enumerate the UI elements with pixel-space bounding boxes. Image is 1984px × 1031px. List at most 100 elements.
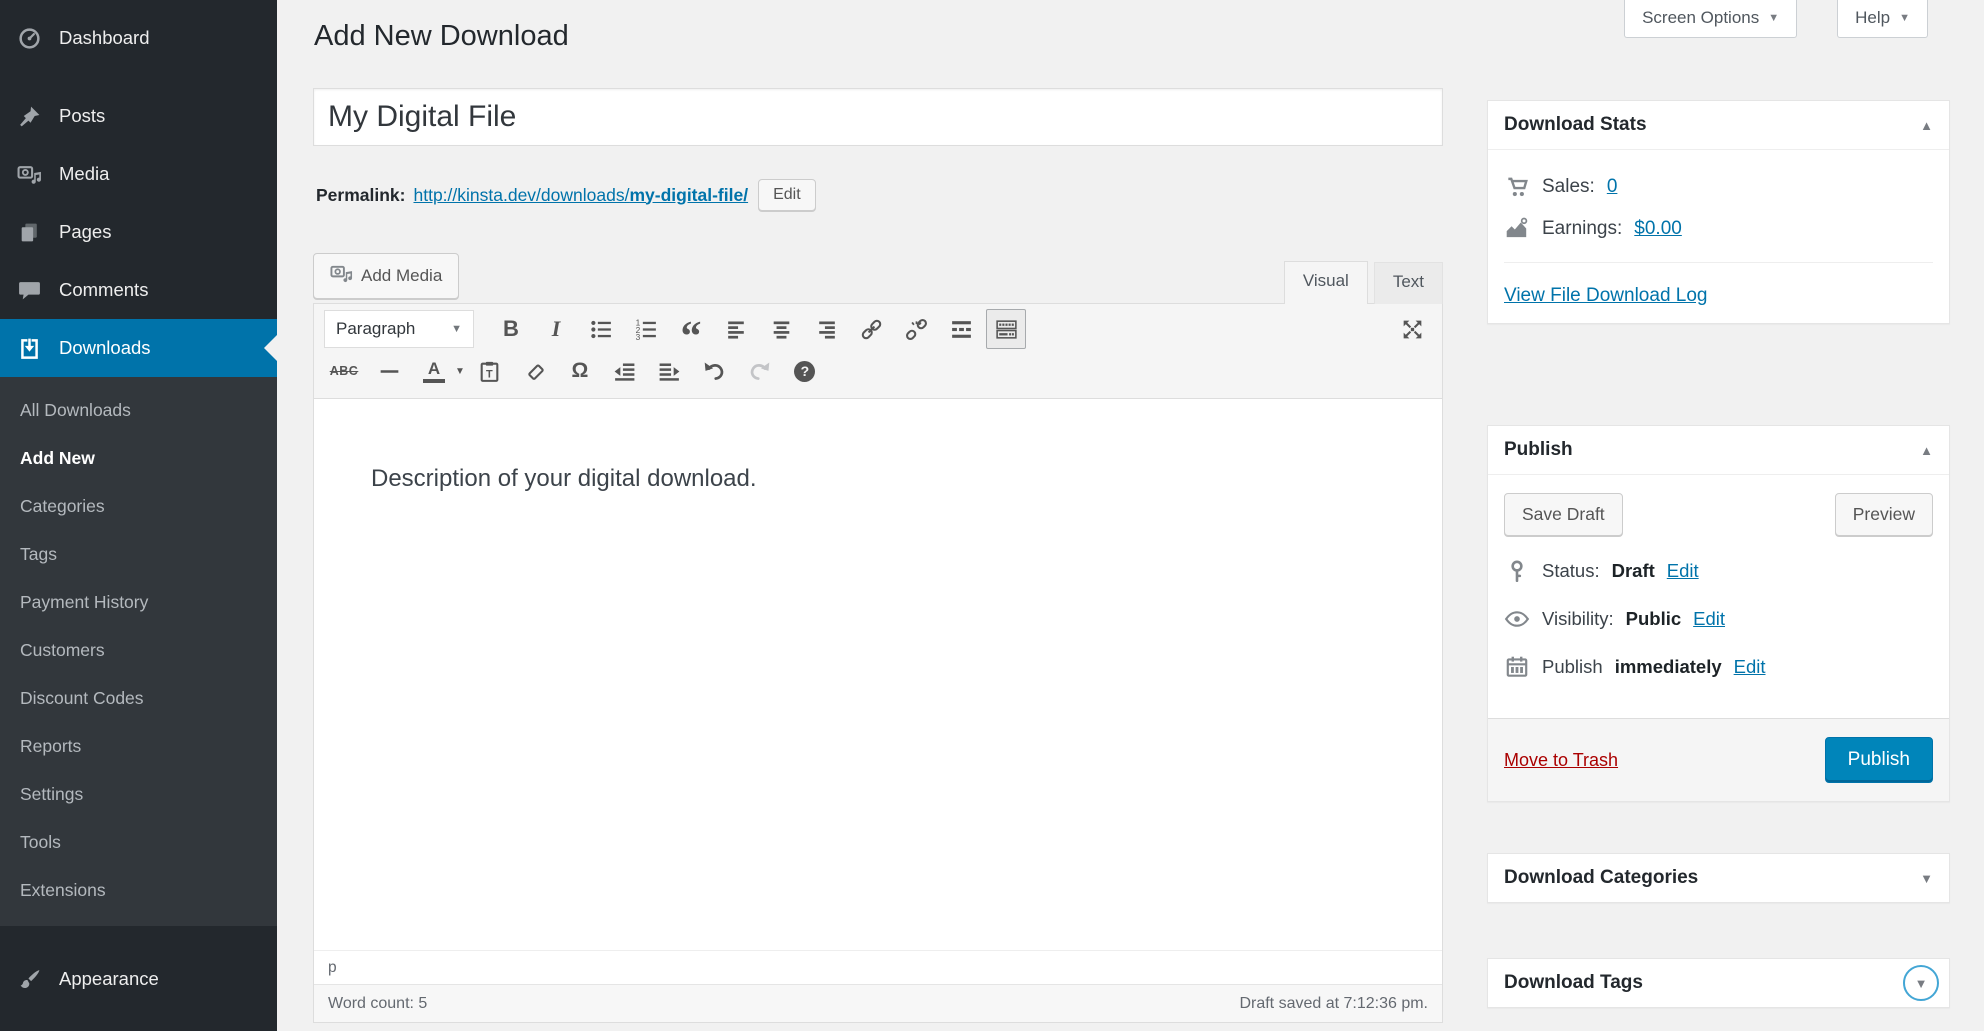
status-pin-icon [1504, 558, 1530, 584]
decrease-indent-button[interactable] [605, 351, 645, 391]
edit-visibility-link[interactable]: Edit [1693, 608, 1725, 630]
read-more-button[interactable] [941, 309, 981, 349]
submenu-customers[interactable]: Customers [0, 626, 277, 674]
align-left-button[interactable] [716, 309, 756, 349]
submenu-all-downloads[interactable]: All Downloads [0, 386, 277, 434]
sidebar-item-dashboard[interactable]: Dashboard [0, 9, 277, 67]
submenu-discount-codes[interactable]: Discount Codes [0, 674, 277, 722]
editor-content-area[interactable]: Description of your digital download. [314, 399, 1442, 950]
align-center-button[interactable] [761, 309, 801, 349]
special-character-button[interactable]: Ω [560, 351, 600, 391]
sidebar-item-label: Media [59, 163, 109, 185]
sidebar-item-label: Pages [59, 221, 111, 243]
sidebar-item-appearance[interactable]: Appearance [0, 950, 277, 1008]
increase-indent-button[interactable] [650, 351, 690, 391]
pushpin-icon [16, 103, 42, 129]
submenu-tags[interactable]: Tags [0, 530, 277, 578]
fullscreen-button[interactable] [1392, 309, 1432, 349]
align-right-button[interactable] [806, 309, 846, 349]
horizontal-rule-icon [377, 359, 402, 384]
outdent-icon [612, 359, 637, 384]
editor-mode-tabs: Visual Text [313, 261, 1443, 304]
undo-icon [702, 359, 727, 384]
paragraph-format-select[interactable]: Paragraph ▼ [324, 310, 474, 348]
fullscreen-icon [1400, 317, 1425, 342]
expand-icon[interactable]: ▼ [1920, 871, 1933, 886]
submenu-tools[interactable]: Tools [0, 818, 277, 866]
collapse-icon[interactable]: ▲ [1920, 118, 1933, 133]
text-color-button[interactable]: A [414, 351, 454, 391]
publish-header[interactable]: Publish ▲ [1488, 426, 1949, 475]
sidebar-item-pages[interactable]: Pages [0, 203, 277, 261]
download-tags-panel: Download Tags ▼ [1487, 958, 1950, 1008]
strikethrough-button[interactable]: ABC [324, 351, 364, 391]
publish-button[interactable]: Publish [1825, 737, 1933, 783]
svg-text:T: T [486, 368, 493, 380]
move-to-trash-link[interactable]: Move to Trash [1504, 750, 1618, 771]
submenu-add-new[interactable]: Add New [0, 434, 277, 482]
sales-value-link[interactable]: 0 [1607, 176, 1618, 198]
download-categories-header[interactable]: Download Categories ▼ [1488, 854, 1949, 902]
blockquote-icon: “ [681, 332, 702, 342]
stats-divider [1504, 262, 1933, 263]
omega-icon: Ω [571, 359, 588, 383]
help-button[interactable]: Help ▼ [1837, 0, 1928, 38]
chevron-down-icon: ▼ [451, 323, 462, 335]
unlink-icon [904, 317, 929, 342]
edit-schedule-link[interactable]: Edit [1734, 656, 1766, 678]
indent-icon [657, 359, 682, 384]
submenu-payment-history[interactable]: Payment History [0, 578, 277, 626]
sidebar-item-comments[interactable]: Comments [0, 261, 277, 319]
numbered-list-icon: 123 [634, 317, 659, 342]
edit-status-link[interactable]: Edit [1667, 560, 1699, 582]
submenu-categories[interactable]: Categories [0, 482, 277, 530]
tab-text[interactable]: Text [1374, 262, 1443, 304]
admin-sidebar: Dashboard Posts Media Pages [0, 0, 277, 1031]
tab-visual[interactable]: Visual [1284, 261, 1368, 304]
editor-paragraph: Description of your digital download. [371, 465, 1412, 493]
download-tags-header[interactable]: Download Tags ▼ [1488, 959, 1949, 1007]
redo-button[interactable] [740, 351, 780, 391]
download-stats-header[interactable]: Download Stats ▲ [1488, 101, 1949, 150]
permalink-link[interactable]: http://kinsta.dev/downloads/my-digital-f… [413, 185, 748, 206]
preview-button[interactable]: Preview [1835, 493, 1933, 536]
sidebar-item-downloads[interactable]: Downloads [0, 319, 277, 377]
bulleted-list-icon [589, 317, 614, 342]
permalink-edit-button[interactable]: Edit [758, 179, 816, 211]
submenu-reports[interactable]: Reports [0, 722, 277, 770]
view-download-log-link[interactable]: View File Download Log [1504, 285, 1708, 306]
pages-icon [16, 219, 42, 245]
download-title-input[interactable] [313, 88, 1443, 146]
publish-major-actions: Move to Trash Publish [1488, 718, 1949, 801]
clear-formatting-button[interactable] [515, 351, 555, 391]
insert-link-button[interactable] [851, 309, 891, 349]
eraser-icon [522, 359, 547, 384]
paste-as-text-button[interactable]: T [470, 351, 510, 391]
screen-meta-links: Screen Options ▼ Help ▼ [1624, 0, 1928, 38]
expand-icon[interactable]: ▼ [1915, 976, 1928, 991]
bulleted-list-button[interactable] [581, 309, 621, 349]
save-draft-button[interactable]: Save Draft [1504, 493, 1623, 536]
undo-button[interactable] [695, 351, 735, 391]
numbered-list-button[interactable]: 123 [626, 309, 666, 349]
earnings-value-link[interactable]: $0.00 [1634, 218, 1682, 240]
collapse-icon[interactable]: ▲ [1920, 443, 1933, 458]
blockquote-button[interactable]: “ [671, 309, 711, 349]
submenu-extensions[interactable]: Extensions [0, 866, 277, 914]
bold-button[interactable]: B [491, 309, 531, 349]
horizontal-rule-button[interactable] [369, 351, 409, 391]
toolbar-toggle-button[interactable] [986, 309, 1026, 349]
dashboard-icon [16, 25, 42, 51]
cart-icon [1504, 174, 1530, 200]
screen-options-button[interactable]: Screen Options ▼ [1624, 0, 1797, 38]
help-button-toolbar[interactable]: ? [785, 351, 825, 391]
remove-link-button[interactable] [896, 309, 936, 349]
text-color-icon: A [423, 360, 445, 383]
sidebar-item-posts[interactable]: Posts [0, 87, 277, 145]
keyboard-icon [994, 317, 1019, 342]
text-color-caret[interactable]: ▼ [455, 366, 465, 377]
submenu-settings[interactable]: Settings [0, 770, 277, 818]
sidebar-item-media[interactable]: Media [0, 145, 277, 203]
italic-button[interactable]: I [536, 309, 576, 349]
editor-element-path[interactable]: p [314, 950, 1442, 984]
